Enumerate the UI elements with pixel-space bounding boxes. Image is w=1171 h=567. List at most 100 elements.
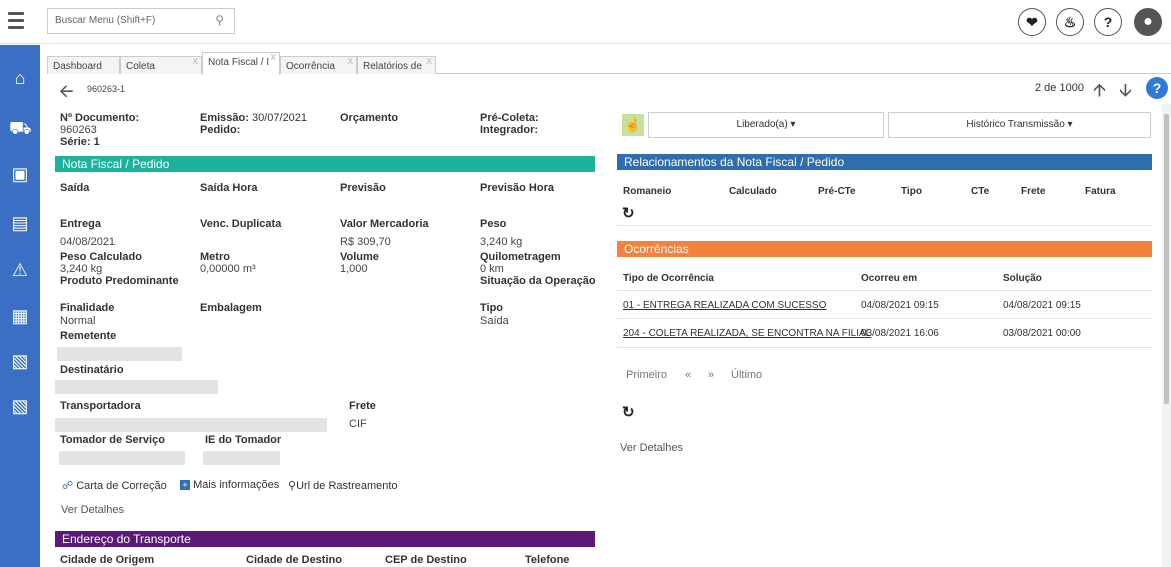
serie-label: Série:	[60, 136, 91, 148]
historico-transmissao-dropdown[interactable]: Histórico Transmissão ▾	[888, 112, 1151, 138]
truck-icon[interactable]: ⛟	[9, 117, 32, 139]
destinatario-redacted	[55, 380, 218, 394]
search-menu-input[interactable]: Buscar Menu (Shift+F) ⚲	[47, 8, 235, 34]
col-frete: Frete	[1021, 186, 1046, 197]
report-document-icon[interactable]: ▧	[9, 350, 31, 372]
tab-label: Ocorrência	[286, 61, 335, 72]
col-solucao: Solução	[1003, 273, 1042, 284]
orcamento-label: Orçamento	[340, 112, 399, 124]
cep-destino-label: CEP de Destino	[385, 554, 467, 566]
package-document-icon[interactable]: ▣	[9, 163, 31, 185]
tab-label: Nota Fiscal / I	[208, 57, 270, 68]
liberado-dropdown[interactable]: Liberado(a) ▾	[648, 112, 884, 138]
divider	[617, 347, 1152, 348]
col-romaneio: Romaneio	[623, 186, 672, 197]
quilometragem-value: 0 km	[480, 263, 504, 275]
metro-label: Metro	[200, 251, 230, 263]
valor-mercadoria-value: R$ 309,70	[340, 236, 391, 248]
url-rastreamento-text: Url de Rastreamento	[296, 480, 398, 492]
numero-documento-label: Nº Documento:	[60, 112, 140, 124]
ver-detalhes-left-link[interactable]: Ver Detalhes	[61, 504, 124, 516]
produto-predominante-label: Produto Predominante	[60, 275, 179, 287]
previous-record-icon[interactable]: 🡩	[1093, 78, 1106, 108]
ie-tomador-redacted	[203, 451, 280, 465]
next-record-icon[interactable]: 🡫	[1119, 78, 1132, 108]
peso-calculado-value: 3,240 kg	[60, 263, 103, 275]
col-calculado: Calculado	[729, 186, 777, 197]
remetente-redacted	[57, 347, 182, 361]
record-nav-bar: 🡨 960263-1 2 de 1000 🡩 🡫 ?	[47, 77, 1171, 101]
help-question-icon[interactable]: ?	[1094, 8, 1122, 36]
tomador-redacted	[59, 451, 185, 465]
tab-ocorrencia[interactable]: Ocorrência X	[280, 56, 357, 74]
refresh-icon[interactable]: ↻	[622, 403, 635, 421]
scrollbar-thumb[interactable]	[1164, 114, 1169, 404]
relacionamentos-header: Relacionamentos da Nota Fiscal / Pedido	[617, 154, 1152, 170]
entrega-label: Entrega	[60, 218, 101, 230]
close-icon[interactable]: X	[193, 57, 198, 66]
saida-label: Saída	[60, 182, 90, 194]
tab-label: Dashboard	[53, 61, 102, 72]
ver-detalhes-right-link[interactable]: Ver Detalhes	[620, 442, 683, 454]
scrollbar[interactable]	[1162, 104, 1171, 567]
refresh-icon[interactable]: ↻	[622, 204, 635, 222]
valor-mercadoria-label: Valor Mercadoria	[340, 218, 429, 230]
ie-tomador-label: IE do Tomador	[205, 434, 282, 446]
close-icon[interactable]: X	[348, 57, 353, 66]
close-icon[interactable]: X	[427, 57, 432, 66]
top-bar: Buscar Menu (Shift+F) ⚲ ❤ ♨ ? ●	[0, 0, 1171, 44]
tab-nota-fiscal[interactable]: Nota Fiscal / IX	[202, 52, 280, 75]
mais-informacoes-link[interactable]: + Mais informações	[180, 479, 279, 491]
pager-last[interactable]: Último	[731, 369, 762, 381]
ocorrencia-row-1-solucao: 04/08/2021 09:15	[1003, 300, 1081, 311]
user-avatar-icon[interactable]: ●	[1134, 8, 1162, 36]
col-ocorreu-em: Ocorreu em	[861, 273, 918, 284]
ocorrencia-row-2-tipo[interactable]: 204 - COLETA REALIZADA, SE ENCONTRA NA F…	[623, 328, 871, 339]
file-document-icon[interactable]: ▧	[9, 395, 31, 417]
ocorrencia-row-2-solucao: 03/08/2021 00:00	[1003, 328, 1081, 339]
saida-hora-label: Saída Hora	[200, 182, 258, 194]
warning-icon[interactable]: ⚠	[9, 259, 31, 281]
back-arrow-icon[interactable]: 🡨	[59, 79, 74, 109]
search-icon[interactable]: ⚲	[215, 13, 224, 27]
endereco-transporte-header: Endereço do Transporte	[55, 531, 595, 547]
pager-prev[interactable]: «	[685, 369, 691, 381]
pager-first[interactable]: Primeiro	[626, 369, 667, 381]
thumbs-up-icon[interactable]: ☝	[622, 114, 644, 136]
col-tipo: Tipo	[901, 186, 922, 197]
tab-dashboard[interactable]: Dashboard	[47, 56, 120, 74]
health-heart-icon[interactable]: ❤	[1018, 8, 1046, 36]
hamburger-menu-icon[interactable]	[8, 12, 24, 32]
transportadora-label: Transportadora	[60, 400, 141, 412]
finalidade-value: Normal	[60, 315, 96, 327]
previsao-hora-label: Previsão Hora	[480, 182, 554, 194]
record-position: 2 de 1000	[1035, 82, 1084, 94]
nota-fiscal-header: Nota Fiscal / Pedido	[55, 156, 595, 172]
integrador-label: Integrador:	[480, 124, 539, 136]
tab-relatorios[interactable]: Relatórios de X	[357, 56, 436, 74]
entrega-value: 04/08/2021	[60, 236, 116, 248]
chart-icon[interactable]: ▦	[9, 305, 31, 327]
pre-coleta-label: Pré-Coleta:	[480, 112, 539, 124]
ocorrencia-row-1-tipo[interactable]: 01 - ENTREGA REALIZADA COM SUCESSO	[623, 300, 826, 311]
nfe-document-icon[interactable]: ▤	[9, 212, 31, 234]
finalidade-label: Finalidade	[60, 302, 115, 314]
tipo-label: Tipo	[480, 302, 504, 314]
embalagem-label: Embalagem	[200, 302, 262, 314]
carta-correcao-text: Carta de Correção	[76, 480, 167, 492]
close-icon[interactable]: X	[271, 53, 276, 62]
help-icon[interactable]: ?	[1146, 77, 1168, 99]
url-rastreamento-link[interactable]: ⚲Url de Rastreamento	[288, 479, 398, 492]
home-icon[interactable]: ⌂	[9, 67, 31, 89]
search-placeholder: Buscar Menu (Shift+F)	[55, 15, 156, 26]
tab-coleta[interactable]: Coleta X	[120, 56, 202, 74]
tab-label: Relatórios de	[363, 61, 422, 72]
peso-value: 3,240 kg	[480, 236, 523, 248]
carta-correcao-link[interactable]: ☍ Carta de Correção	[62, 479, 167, 492]
pedido-label: Pedido:	[200, 124, 241, 136]
cidade-origem-label: Cidade de Origem	[60, 554, 155, 566]
previsao-label: Previsão	[340, 182, 386, 194]
pager-next[interactable]: »	[708, 369, 714, 381]
notification-bell-icon[interactable]: ♨	[1056, 8, 1084, 36]
venc-duplicata-label: Venc. Duplicata	[200, 218, 282, 230]
